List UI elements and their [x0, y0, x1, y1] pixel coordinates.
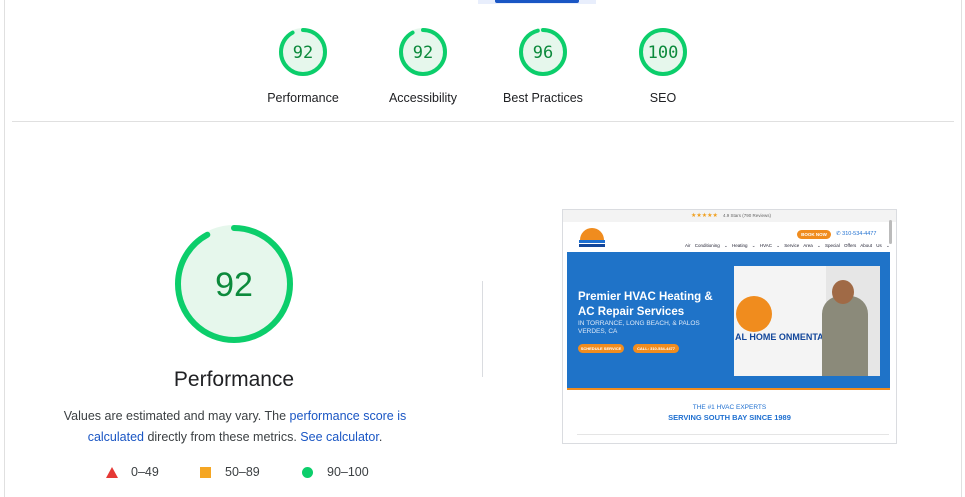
rating-text: 4.9 Stars (790 Reviews) — [723, 213, 772, 218]
site-nav: Air Conditioning ⌄ Heating ⌄ HVAC ⌄ Serv… — [685, 243, 890, 248]
hero-subtitle: IN TORRANCE, LONG BEACH, & PALOS VERDES,… — [578, 320, 700, 335]
book-now-button: BOOK NOW — [797, 230, 831, 239]
gauge-best-practices-score: 96 — [533, 43, 553, 63]
gauge-seo[interactable]: 100 SEO — [613, 26, 713, 105]
gauge-performance[interactable]: 92 Performance — [253, 26, 353, 105]
active-tab-bar — [495, 0, 579, 3]
rating-stars-icon: ★★★★★ — [691, 213, 718, 219]
schedule-service-button: SCHEDULE SERVICE — [578, 344, 624, 353]
gauge-performance-label: Performance — [267, 91, 339, 105]
pass-circle-icon — [302, 467, 313, 478]
legend-pass-label: 90–100 — [327, 465, 369, 479]
van-logo-sun-icon — [736, 296, 772, 332]
company-logo-icon — [579, 228, 605, 247]
gauge-accessibility-score: 92 — [413, 43, 433, 63]
tagline-serving: SERVING SOUTH BAY SINCE 1989 — [668, 413, 791, 422]
gauge-best-practices-ring: 96 — [519, 28, 567, 76]
vertical-divider — [482, 281, 483, 377]
main-performance-score: 92 — [215, 266, 253, 304]
gauge-seo-ring: 100 — [639, 28, 687, 76]
active-tab-indicator[interactable] — [478, 0, 596, 4]
hero-orange-line — [567, 388, 890, 390]
desc-prefix: Values are estimated and may vary. The — [63, 409, 290, 423]
performance-description: Values are estimated and may vary. The p… — [54, 406, 416, 448]
hero-title: Premier HVAC Heating & AC Repair Service… — [578, 291, 713, 318]
phone-icon: ✆ — [836, 231, 841, 237]
desc-middle: directly from these metrics. — [143, 430, 301, 444]
fail-triangle-icon — [106, 467, 118, 478]
gauge-performance-score: 92 — [293, 43, 313, 63]
section-divider — [12, 121, 954, 122]
gauge-accessibility-ring: 92 — [399, 28, 447, 76]
gauge-seo-label: SEO — [649, 91, 677, 105]
gauge-best-practices[interactable]: 96 Best Practices — [493, 26, 593, 105]
desc-suffix: . — [378, 430, 383, 444]
main-performance-gauge: 92 — [175, 225, 293, 343]
service-cards-row — [577, 434, 889, 441]
average-square-icon — [200, 467, 211, 478]
phone-number: 310-534-4477 — [842, 231, 877, 237]
main-performance-title: Performance — [173, 368, 295, 391]
van-brand-text: AL HOME ONMENTAL — [735, 332, 830, 342]
gauge-best-practices-label: Best Practices — [503, 91, 583, 105]
call-button: CALL: 310-534-4477 — [633, 344, 679, 353]
screenshot-scrollbar — [889, 220, 892, 244]
hero-banner: AL HOME ONMENTAL Premier HVAC Heating & … — [567, 252, 890, 390]
technician-head — [832, 280, 854, 304]
phone-link: ✆ 310-534-4477 — [836, 231, 876, 237]
gauge-accessibility-label: Accessibility — [388, 91, 458, 105]
gauge-accessibility[interactable]: 92 Accessibility — [373, 26, 473, 105]
gauge-performance-ring: 92 — [279, 28, 327, 76]
gauge-seo-score: 100 — [648, 43, 679, 63]
see-calculator-link[interactable]: See calculator — [300, 430, 379, 444]
page-screenshot[interactable]: ★★★★★ 4.9 Stars (790 Reviews) BOOK NOW ✆… — [562, 209, 897, 444]
legend-fail-label: 0–49 — [131, 465, 159, 479]
tagline-experts: THE #1 HVAC EXPERTS — [692, 404, 767, 411]
technician-body — [822, 296, 868, 376]
hero-photo: AL HOME ONMENTAL — [734, 266, 880, 376]
legend-average-label: 50–89 — [225, 465, 260, 479]
